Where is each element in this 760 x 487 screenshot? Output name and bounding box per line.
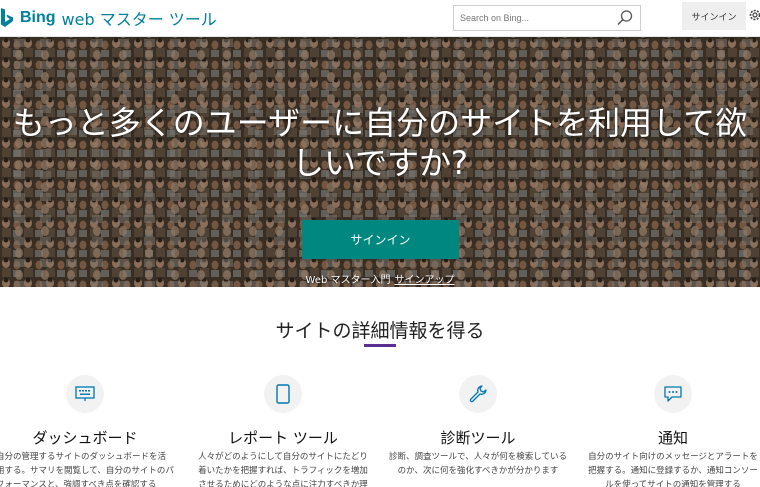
feature-description: 自分のサイト向けのメッセージとアラートを把握する。通知に登録するか、通知コンソー… (588, 452, 758, 487)
gear-icon[interactable] (748, 8, 760, 22)
section-title: サイトの詳細情報を得る (275, 320, 485, 342)
feature-description: 診断、調査ツールで、人々が何を検索しているのか、次に何を強化すべきかが分かります (389, 452, 567, 476)
feature-description: 自分の管理するサイトのダッシュボードを活用する。サマリを閲覧して、自分のサイトの… (0, 452, 174, 487)
brand-name: Bing (20, 9, 56, 26)
feature-title: ダッシュボード (32, 429, 138, 447)
keyboard-icon (66, 375, 104, 413)
hero-title: もっと多くのユーザーに自分のサイトを利用して欲しいですか? (12, 104, 748, 182)
wrench-icon (459, 375, 497, 413)
signup-link[interactable]: サインアップ (394, 275, 454, 286)
feature-title: レポート ツール (228, 429, 338, 447)
features-row: ダッシュボード 自分の管理するサイトのダッシュボードを活用する。サマリを閲覧して… (0, 375, 760, 487)
bing-logo[interactable]: Bing web マスター ツール (0, 6, 217, 30)
message-icon (654, 375, 692, 413)
search-box (453, 5, 641, 31)
hero-subtext: Web マスター入門 サインアップ (0, 271, 760, 286)
top-header: Bing web マスター ツール サインイン (0, 0, 760, 37)
feature-title: 診断ツール (440, 429, 516, 447)
search-input[interactable] (454, 7, 604, 29)
feature-title: 通知 (657, 429, 688, 447)
product-name: web マスター ツール (61, 10, 217, 29)
feature-description: 人々がどのようにして自分のサイトにたどり着いたかを把握すれば、トラフィックを増加… (198, 452, 368, 487)
search-icon[interactable] (616, 9, 634, 27)
signin-button-hero[interactable]: サインイン (302, 220, 459, 259)
section-underline (364, 344, 396, 347)
signin-button-header[interactable]: サインイン (682, 2, 746, 30)
hero-banner: もっと多くのユーザーに自分のサイトを利用して欲しいですか? サインイン Web … (0, 37, 760, 287)
bing-logo-icon (1, 8, 13, 27)
document-icon (264, 375, 302, 413)
webmaster-intro-text: Web マスター入門 (305, 275, 391, 286)
